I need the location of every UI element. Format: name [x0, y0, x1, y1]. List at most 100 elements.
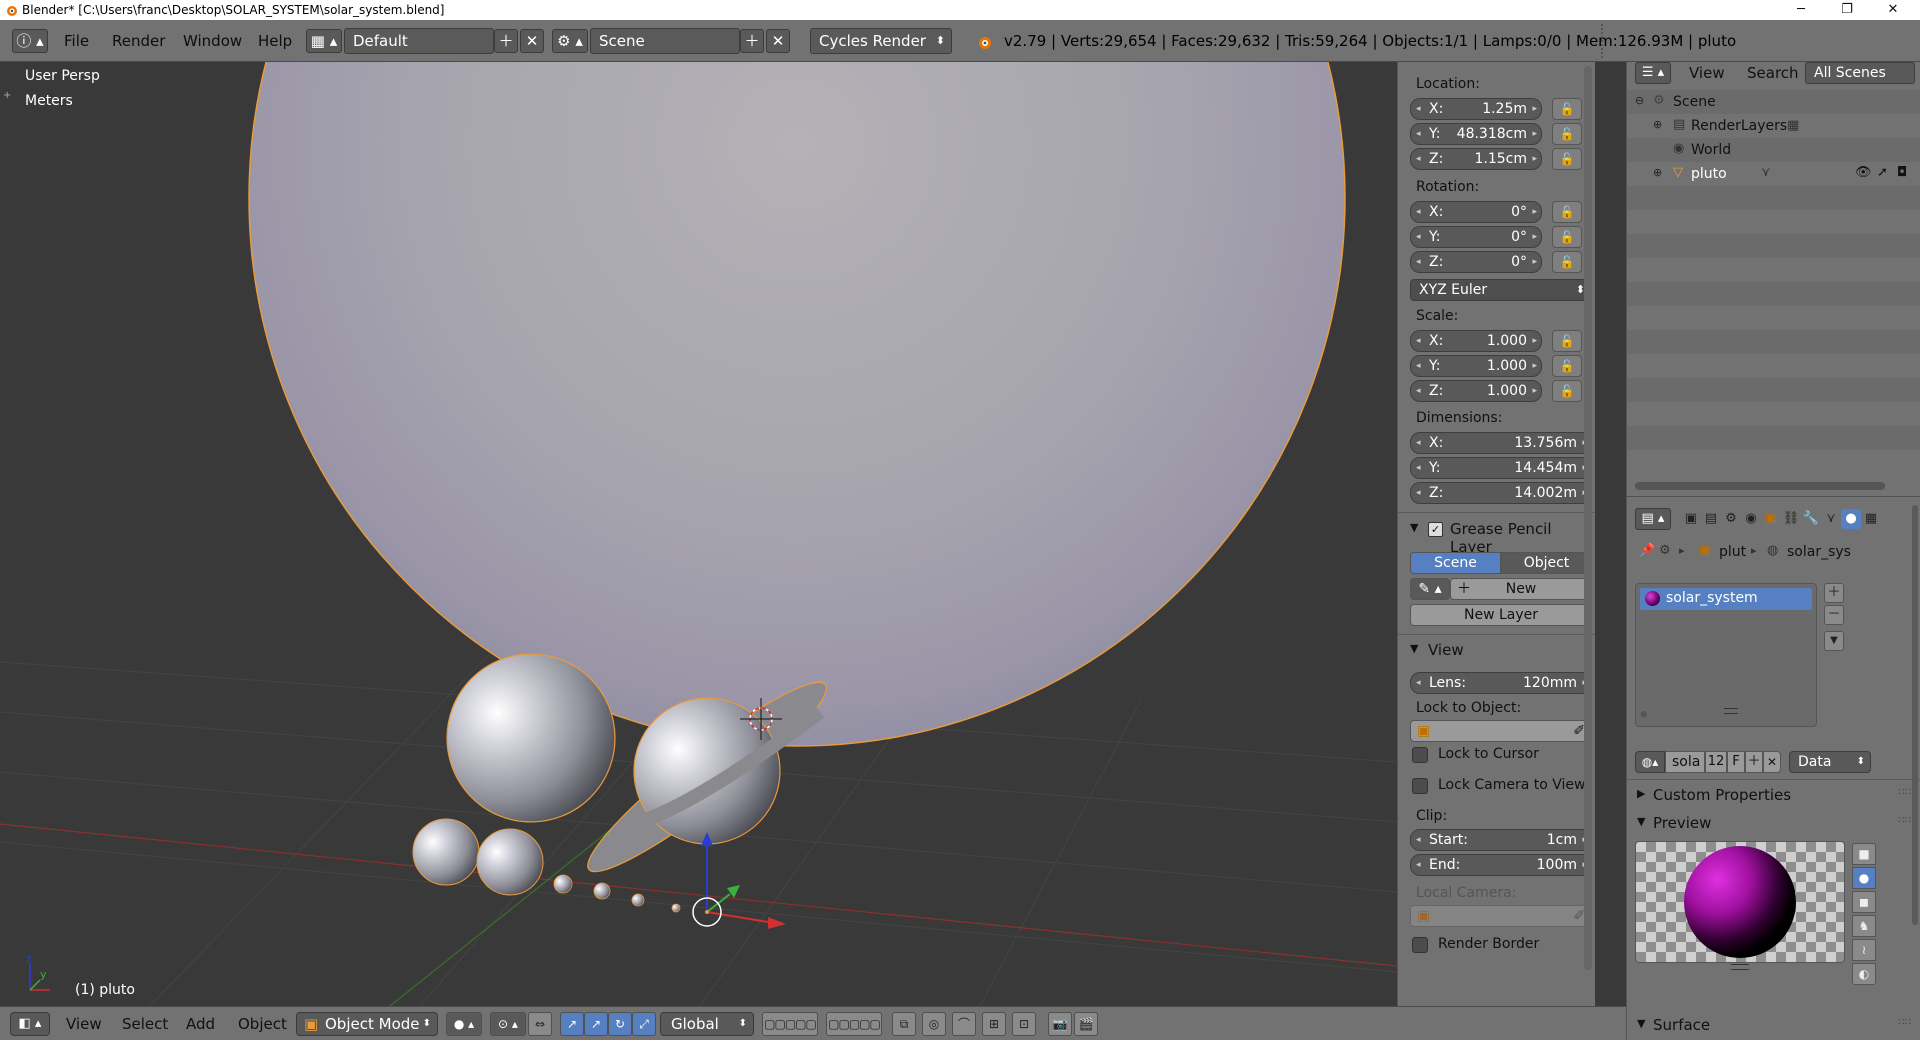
- lock-layers-icon[interactable]: ⧉: [892, 1012, 916, 1036]
- editor-type-3dview-icon[interactable]: ◧ ▴: [10, 1012, 50, 1036]
- layers-row-2-icon[interactable]: ▢▢▢▢▢: [826, 1012, 882, 1036]
- lock-icon[interactable]: 🔓: [1552, 380, 1582, 402]
- location-y-field[interactable]: ◂ Y: 48.318cm ▸: [1410, 123, 1542, 145]
- menu-help[interactable]: Help: [258, 28, 292, 54]
- transform-orientation-select[interactable]: Global ⬍: [660, 1012, 754, 1036]
- outliner-editor-type-icon[interactable]: ☰ ▴: [1635, 62, 1671, 84]
- outliner-display-mode-select[interactable]: All Scenes: [1805, 62, 1915, 84]
- material-slot-selected[interactable]: solar_system: [1640, 588, 1812, 610]
- outliner-horizontal-scrollbar[interactable]: [1635, 482, 1885, 490]
- preview-world-sphere-icon[interactable]: ◐: [1852, 963, 1876, 985]
- lock-cursor-checkbox[interactable]: [1412, 747, 1428, 763]
- lock-icon[interactable]: 🔓: [1552, 123, 1582, 145]
- dimensions-z-field[interactable]: ◂Z:14.002m▸: [1410, 482, 1592, 504]
- dimensions-y-field[interactable]: ◂Y:14.454m▸: [1410, 457, 1592, 479]
- gp-new-layer-button[interactable]: New Layer: [1410, 604, 1592, 626]
- clip-end-field[interactable]: ◂End:100m▸: [1410, 854, 1592, 876]
- lock-object-field[interactable]: ▣ ✐: [1410, 720, 1592, 742]
- properties-scrollbar[interactable]: [1912, 505, 1918, 925]
- rotation-mode-select[interactable]: XYZ Euler ⬍: [1410, 279, 1592, 301]
- preview-monkey-icon[interactable]: ♞: [1852, 915, 1876, 937]
- snap-toggle-icon[interactable]: ⌒: [952, 1012, 976, 1036]
- world-tab-icon[interactable]: ◉: [1741, 509, 1761, 529]
- gp-pencil-select-icon[interactable]: ✎ ▴: [1410, 578, 1450, 600]
- add-scene-icon[interactable]: ＋: [740, 29, 764, 53]
- lock-icon[interactable]: 🔓: [1552, 251, 1582, 273]
- preview-resize-grip-icon[interactable]: [1731, 964, 1749, 970]
- preview-hair-icon[interactable]: ≀: [1852, 939, 1876, 961]
- outliner-menu-search[interactable]: Search: [1747, 64, 1799, 82]
- lock-icon[interactable]: 🔓: [1552, 226, 1582, 248]
- lens-field[interactable]: ◂Lens:120mm▸: [1410, 672, 1592, 694]
- opengl-animation-icon[interactable]: 🎬: [1074, 1012, 1098, 1036]
- material-slot-list[interactable]: solar_system ⊕: [1635, 583, 1817, 727]
- toolshelf-toggle-icon[interactable]: +: [3, 90, 11, 101]
- scale-icon[interactable]: ⤢: [632, 1012, 656, 1036]
- texture-tab-icon[interactable]: ▦: [1861, 509, 1881, 529]
- pivot-point-icon[interactable]: ⊙ ▴: [490, 1012, 526, 1036]
- material-name-field[interactable]: sola: [1665, 751, 1705, 773]
- location-z-field[interactable]: ◂ Z: 1.15cm ▸: [1410, 148, 1542, 170]
- delete-scene-icon[interactable]: ✕: [766, 29, 790, 53]
- npanel-scrollbar[interactable]: [1584, 66, 1592, 970]
- editor-type-info-icon[interactable]: ⓘ ▴: [12, 29, 48, 53]
- 3d-viewport[interactable]: z y User Persp Meters (1) pluto +: [0, 62, 1397, 1006]
- translate-icon[interactable]: ↗: [584, 1012, 608, 1036]
- preview-cube-icon[interactable]: ◼: [1852, 891, 1876, 913]
- rotation-z-field[interactable]: ◂ Z: 0° ▸: [1410, 251, 1542, 273]
- properties-editor-type-icon[interactable]: ▤ ▴: [1635, 508, 1671, 530]
- unlink-material-button[interactable]: ✕: [1763, 751, 1781, 773]
- render-layers-tab-icon[interactable]: ▤: [1701, 509, 1721, 529]
- select-menu[interactable]: Select: [122, 1015, 168, 1033]
- render-tab-icon[interactable]: ▣: [1681, 509, 1701, 529]
- preview-sphere-icon[interactable]: ●: [1852, 867, 1876, 889]
- outliner-row-scene[interactable]: ⊖ ⚙ Scene: [1627, 90, 1920, 114]
- header-resize-handle[interactable]: [1601, 24, 1611, 58]
- browse-material-icon[interactable]: ◍▴: [1635, 751, 1665, 773]
- material-users-count[interactable]: 12: [1705, 751, 1727, 773]
- grease-pencil-panel-header[interactable]: ▼ ✓ Grease Pencil Layer: [1402, 518, 1592, 556]
- preview-panel-header[interactable]: ▼ Preview ∷∷: [1631, 811, 1917, 835]
- object-menu[interactable]: Object: [238, 1015, 287, 1033]
- minimize-button[interactable]: ─: [1778, 0, 1824, 20]
- data-tab-icon[interactable]: ⋎: [1821, 509, 1841, 529]
- delete-screen-icon[interactable]: ✕: [520, 29, 544, 53]
- viewport-shading-icon[interactable]: ● ▴: [446, 1012, 482, 1036]
- opengl-render-icon[interactable]: 📷: [1048, 1012, 1072, 1036]
- proportional-edit-icon[interactable]: ◎: [922, 1012, 946, 1036]
- translate-manipulator-icon[interactable]: ↗: [560, 1012, 584, 1036]
- material-tab-icon[interactable]: ●: [1841, 509, 1861, 529]
- scene-icon[interactable]: ⚙ ▴: [552, 29, 588, 53]
- custom-properties-panel-header[interactable]: ▶ Custom Properties ∷∷: [1631, 783, 1917, 807]
- screen-layout-icon[interactable]: ▦ ▴: [306, 29, 342, 53]
- snap-target-icon[interactable]: ⊡: [1012, 1012, 1036, 1036]
- scale-x-field[interactable]: ◂ X: 1.000 ▸: [1410, 330, 1542, 352]
- location-x-field[interactable]: ◂ X: 1.25m ▸: [1410, 98, 1542, 120]
- scale-y-field[interactable]: ◂ Y: 1.000 ▸: [1410, 355, 1542, 377]
- surface-panel-header[interactable]: ▼ Surface ∷∷: [1631, 1013, 1917, 1037]
- rotation-x-field[interactable]: ◂ X: 0° ▸: [1410, 201, 1542, 223]
- modifiers-tab-icon[interactable]: 🔧: [1801, 509, 1821, 529]
- lock-icon[interactable]: 🔓: [1552, 148, 1582, 170]
- outliner-row-pluto[interactable]: ⊕ ▽ pluto ⋎ 👁 ➚ ◘: [1627, 162, 1920, 186]
- outliner-row-world[interactable]: ◉ World: [1627, 138, 1920, 162]
- render-engine-select[interactable]: Cycles Render ⬍: [810, 28, 952, 54]
- lock-camera-checkbox[interactable]: [1412, 778, 1428, 794]
- scene-field[interactable]: Scene: [590, 28, 740, 54]
- outliner-row-renderlayers[interactable]: ⊕ ▤ RenderLayers ▦: [1627, 114, 1920, 138]
- add-menu[interactable]: Add: [186, 1015, 215, 1033]
- manipulator-toggle-icon[interactable]: ⇔: [528, 1012, 552, 1036]
- render-border-checkbox[interactable]: [1412, 937, 1428, 953]
- fake-user-toggle[interactable]: F: [1727, 751, 1745, 773]
- lock-icon[interactable]: 🔓: [1552, 98, 1582, 120]
- new-material-button[interactable]: ＋: [1745, 751, 1763, 773]
- gp-scene-toggle[interactable]: Scene: [1410, 552, 1501, 574]
- clip-start-field[interactable]: ◂Start:1cm▸: [1410, 829, 1592, 851]
- add-screen-icon[interactable]: ＋: [494, 29, 518, 53]
- object-tab-icon[interactable]: ▣: [1761, 509, 1781, 529]
- maximize-button[interactable]: ❐: [1824, 0, 1870, 20]
- close-window-button[interactable]: ✕: [1870, 0, 1916, 20]
- menu-render[interactable]: Render: [112, 28, 165, 54]
- scale-z-field[interactable]: ◂ Z: 1.000 ▸: [1410, 380, 1542, 402]
- scene-tab-icon[interactable]: ⚙: [1721, 509, 1741, 529]
